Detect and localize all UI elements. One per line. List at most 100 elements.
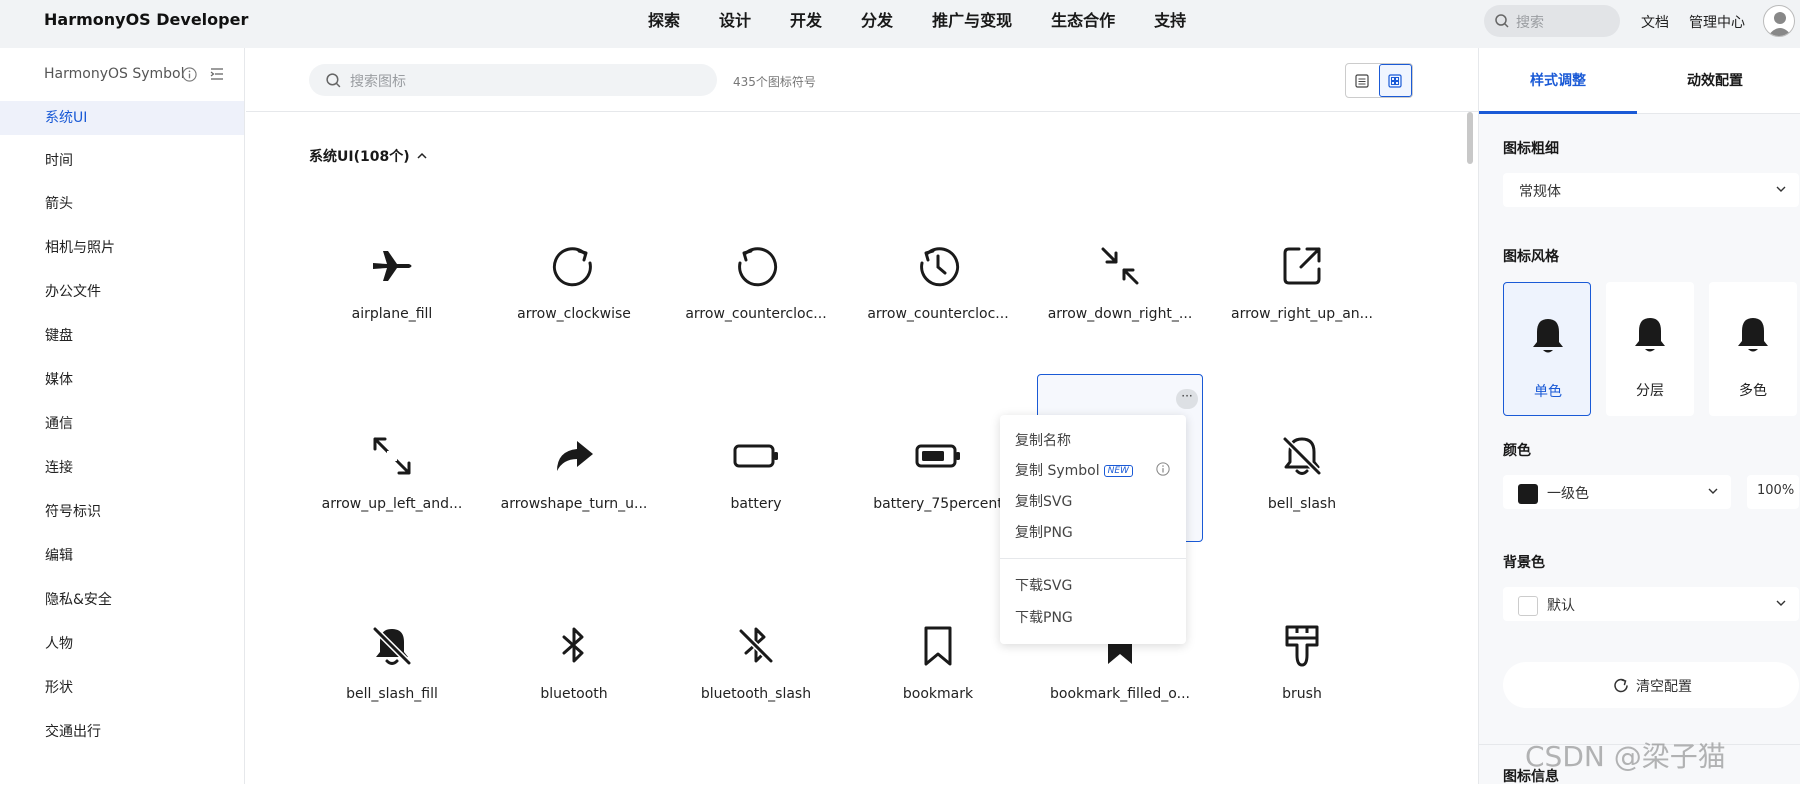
info-icon[interactable] (182, 67, 197, 82)
sidebar-item-office-files[interactable]: 办公文件 (0, 275, 244, 309)
nav-item-promote[interactable]: 推广与变现 (932, 0, 1012, 48)
background-label: 背景色 (1503, 555, 1545, 571)
grid-view-icon (1388, 73, 1403, 88)
collapse-sidebar-icon[interactable] (210, 67, 224, 81)
active-tab-indicator (1479, 111, 1637, 114)
site-logo[interactable]: HarmonyOS Developer (44, 10, 248, 29)
copy-symbol-item[interactable]: 复制 Symbol NEW (1015, 460, 1133, 480)
nav-item-support[interactable]: 支持 (1154, 0, 1186, 48)
grid-view-button[interactable] (1378, 64, 1412, 97)
sidebar-item-arrows[interactable]: 箭头 (0, 187, 244, 221)
sidebar-item-camera-photos[interactable]: 相机与照片 (0, 231, 244, 265)
chevron-down-icon (1776, 600, 1786, 606)
copy-name-item[interactable]: 复制名称 (1015, 430, 1071, 450)
bell-slash-icon (1282, 436, 1322, 476)
icon-context-menu: 复制名称 复制 Symbol NEW 复制SVG 复制PNG 下载SVG 下载PN… (1000, 415, 1186, 644)
nav-item-explore[interactable]: 探索 (648, 0, 680, 48)
icon-label: arrow_countercloc... (867, 306, 1009, 322)
sidebar-item-time[interactable]: 时间 (0, 144, 244, 178)
bluetooth-slash-icon (738, 627, 774, 664)
sidebar-item-system-ui[interactable]: 系统UI (0, 101, 244, 135)
bluetooth-icon (562, 627, 584, 663)
arrow-down-right-icon (1101, 247, 1139, 285)
sidebar-item-connectivity[interactable]: 连接 (0, 451, 244, 485)
weight-label: 图标粗细 (1503, 141, 1559, 157)
icon-cell[interactable]: bluetooth (491, 568, 657, 736)
info-icon[interactable] (1156, 462, 1170, 476)
copy-svg-item[interactable]: 复制SVG (1015, 491, 1072, 511)
category-header[interactable]: 系统UI(108个) (309, 146, 428, 166)
clear-config-button[interactable]: 清空配置 (1503, 662, 1799, 708)
icon-cell[interactable]: airplane_fill (309, 188, 475, 356)
icon-search-input[interactable]: 搜索图标 (309, 64, 717, 96)
icon-cell[interactable]: battery_75percent (855, 378, 1021, 546)
bell-icon (1738, 318, 1768, 352)
style-multicolor-card[interactable]: 多色 (1709, 282, 1797, 416)
icon-cell[interactable]: arrow_up_left_and... (309, 378, 475, 546)
icon-label: brush (1282, 686, 1322, 702)
brush-icon (1285, 625, 1319, 667)
docs-link[interactable]: 文档 (1641, 12, 1669, 32)
tab-motion[interactable]: 动效配置 (1687, 70, 1743, 90)
more-options-button[interactable]: ··· (1176, 389, 1198, 409)
nav-item-distribute[interactable]: 分发 (861, 0, 893, 48)
scrollbar[interactable] (1467, 112, 1473, 164)
icon-cell[interactable]: arrow_clockwise (491, 188, 657, 356)
sidebar-item-keyboard[interactable]: 键盘 (0, 319, 244, 353)
battery-icon (733, 444, 778, 468)
sidebar-item-shapes[interactable]: 形状 (0, 671, 244, 705)
download-png-item[interactable]: 下载PNG (1015, 607, 1073, 627)
chevron-down-icon (1708, 488, 1718, 494)
icon-label: bluetooth (540, 686, 608, 702)
download-svg-item[interactable]: 下载SVG (1015, 575, 1072, 595)
sidebar-item-privacy-security[interactable]: 隐私&安全 (0, 583, 244, 617)
icon-label: bluetooth_slash (700, 686, 812, 702)
nav-item-design[interactable]: 设计 (719, 0, 751, 48)
background-select[interactable]: 默认 (1503, 587, 1799, 621)
icon-cell[interactable]: battery (673, 378, 839, 546)
nav-item-ecosystem[interactable]: 生态合作 (1051, 0, 1115, 48)
icon-cell[interactable]: bell_slash_fill (309, 568, 475, 736)
sidebar-item-communication[interactable]: 通信 (0, 407, 244, 441)
admin-center-link[interactable]: 管理中心 (1689, 12, 1745, 32)
sidebar-title: HarmonyOS Symbol (44, 66, 185, 82)
icon-cell[interactable]: brush (1219, 568, 1385, 736)
icon-cell[interactable]: arrow_countercloc... (673, 188, 839, 356)
sidebar-item-media[interactable]: 媒体 (0, 363, 244, 397)
style-layered-card[interactable]: 分层 (1606, 282, 1694, 416)
style-panel: 样式调整 动效配置 图标粗细 常规体 图标风格 单色 分层 多色 颜色 一级色 … (1478, 48, 1800, 785)
arrow-right-up-icon (1283, 247, 1321, 285)
icon-label: arrowshape_turn_u... (500, 496, 648, 512)
sidebar-item-people[interactable]: 人物 (0, 627, 244, 661)
sidebar-item-transport[interactable]: 交通出行 (0, 715, 244, 749)
icon-cell[interactable]: arrowshape_turn_u... (491, 378, 657, 546)
opacity-input[interactable]: 100% (1747, 475, 1799, 509)
arrow-counterclockwise-icon (738, 247, 778, 287)
clear-config-label: 清空配置 (1636, 679, 1692, 695)
icon-cell[interactable]: bell_slash (1219, 378, 1385, 546)
weight-select[interactable]: 常规体 (1503, 173, 1799, 207)
nav-item-develop[interactable]: 开发 (790, 0, 822, 48)
icon-label: arrow_up_left_and... (321, 496, 463, 512)
bell-slash-fill-icon (372, 626, 412, 666)
icon-cell[interactable]: arrow_down_right_... (1037, 188, 1203, 356)
sidebar-item-symbols[interactable]: 符号标识 (0, 495, 244, 529)
tab-style[interactable]: 样式调整 (1530, 70, 1586, 90)
copy-png-item[interactable]: 复制PNG (1015, 522, 1073, 542)
icon-cell[interactable]: arrow_right_up_an... (1219, 188, 1385, 356)
style-mono-card[interactable]: 单色 (1503, 282, 1591, 416)
icon-label: bell_slash (1267, 496, 1337, 512)
color-swatch (1518, 484, 1538, 504)
color-select[interactable]: 一级色 (1503, 475, 1731, 509)
sidebar-item-edit[interactable]: 编辑 (0, 539, 244, 573)
icon-cell[interactable]: bookmark (855, 568, 1021, 736)
icon-cell[interactable]: bluetooth_slash (673, 568, 839, 736)
list-view-button[interactable] (1346, 64, 1379, 97)
avatar[interactable] (1763, 5, 1795, 37)
top-search-input[interactable]: 搜索 (1484, 5, 1620, 37)
icon-cell[interactable]: arrow_countercloc... (855, 188, 1021, 356)
clock-counterclockwise-icon (920, 247, 960, 287)
color-value: 一级色 (1547, 486, 1589, 502)
icon-label: bell_slash_fill (346, 686, 438, 702)
icon-gallery: 搜索图标 435个图标符号 系统UI(108个) airplane_fill a… (246, 48, 1478, 784)
